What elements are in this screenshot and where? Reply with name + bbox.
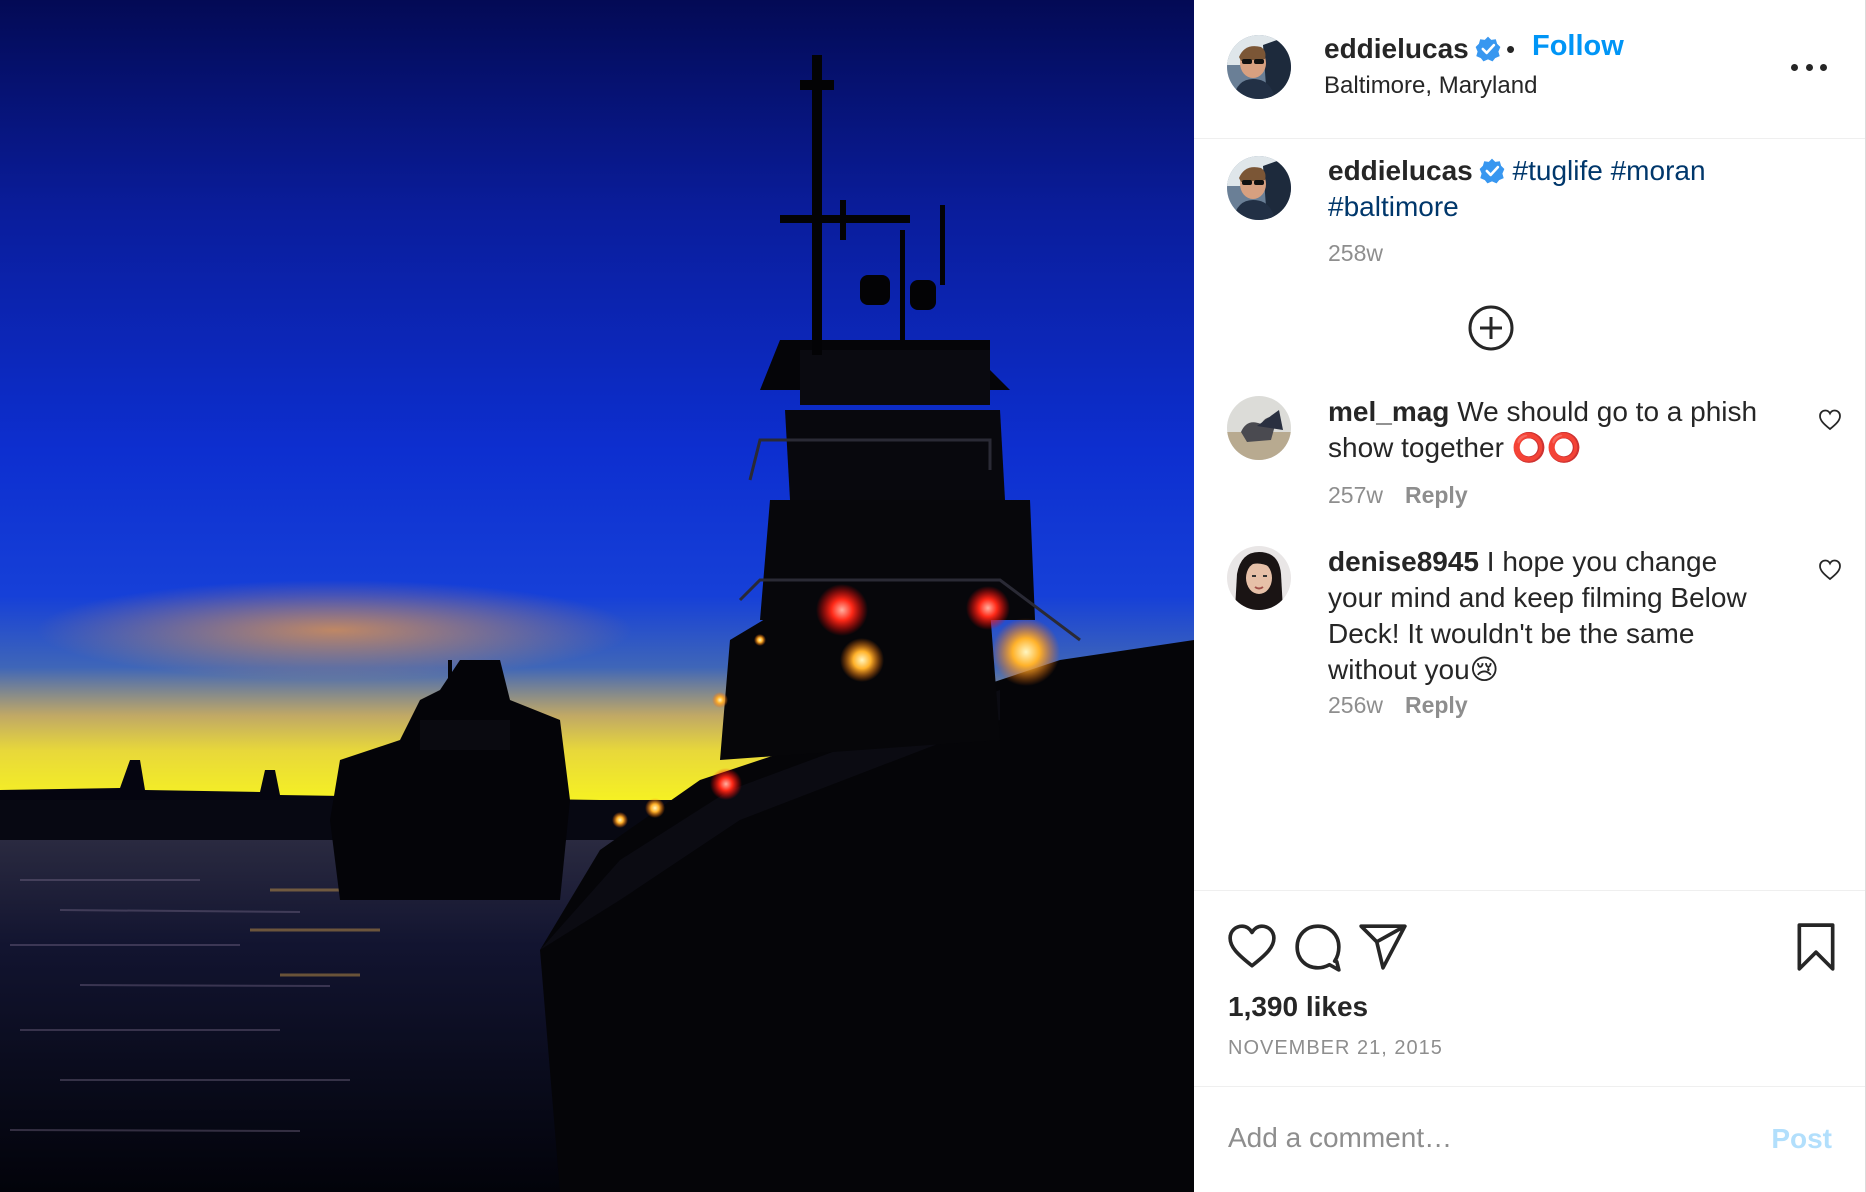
post-header: eddielucas • Follow Baltimore, Maryland xyxy=(1194,0,1865,139)
comment-meta: 256w Reply xyxy=(1328,692,1468,719)
post-photo[interactable] xyxy=(0,0,1194,1192)
comment-bubble-icon[interactable] xyxy=(1293,922,1343,972)
follow-button[interactable]: Follow xyxy=(1532,30,1624,63)
share-send-icon[interactable] xyxy=(1358,922,1408,972)
comment-timestamp[interactable]: 257w xyxy=(1328,482,1383,508)
comment-avatar[interactable] xyxy=(1227,546,1291,610)
profile-photo-mel-mag xyxy=(1227,396,1291,460)
more-horizontal-icon[interactable] xyxy=(1791,60,1827,74)
heart-icon[interactable] xyxy=(1817,408,1843,432)
post-actions: 1,390 likes NOVEMBER 21, 2015 xyxy=(1194,890,1865,1086)
heart-icon[interactable] xyxy=(1817,558,1843,582)
location-link[interactable]: Baltimore, Maryland xyxy=(1324,72,1537,100)
instagram-post: eddielucas • Follow Baltimore, Maryland xyxy=(0,0,1866,1192)
verified-badge-icon xyxy=(1475,36,1501,62)
comment-item: denise8945 I hope you change your mind a… xyxy=(1194,538,1865,738)
add-comment-bar: Post xyxy=(1194,1086,1865,1192)
comment-text: mel_mag We should go to a phish show tog… xyxy=(1328,394,1775,466)
verified-badge-icon xyxy=(1479,157,1505,184)
caption-meta: 258w xyxy=(1328,240,1383,267)
profile-photo-eddielucas xyxy=(1227,35,1291,99)
hashtag-link[interactable]: #baltimore xyxy=(1328,191,1459,222)
post-sidebar: eddielucas • Follow Baltimore, Maryland xyxy=(1194,0,1866,1192)
header-username[interactable]: eddielucas xyxy=(1324,33,1501,65)
profile-photo-eddielucas xyxy=(1227,156,1291,220)
caption-timestamp[interactable]: 258w xyxy=(1328,240,1383,266)
comment-text: denise8945 I hope you change your mind a… xyxy=(1328,544,1775,688)
profile-photo-denise8945 xyxy=(1227,546,1291,610)
comment-timestamp[interactable]: 256w xyxy=(1328,692,1383,718)
comment-item: mel_mag We should go to a phish show tog… xyxy=(1194,388,1865,518)
reply-button[interactable]: Reply xyxy=(1405,482,1468,508)
like-heart-icon[interactable] xyxy=(1227,922,1277,972)
comments-section: eddielucas #tuglife #moran #baltimore 25… xyxy=(1194,140,1865,890)
comment-emoji: ⭕⭕ xyxy=(1511,432,1582,463)
post-comment-button[interactable]: Post xyxy=(1771,1123,1832,1155)
header-username-text[interactable]: eddielucas xyxy=(1324,33,1469,64)
comment-avatar[interactable] xyxy=(1227,396,1291,460)
likes-count[interactable]: 1,390 likes xyxy=(1228,991,1368,1023)
tugboat-sunset-image xyxy=(0,0,1194,1192)
post-date[interactable]: NOVEMBER 21, 2015 xyxy=(1228,1037,1443,1060)
reply-button[interactable]: Reply xyxy=(1405,692,1468,718)
hashtag-link[interactable]: #tuglife xyxy=(1513,155,1603,186)
hashtag-link[interactable]: #moran xyxy=(1611,155,1706,186)
caption-avatar[interactable] xyxy=(1227,156,1291,220)
caption-username[interactable]: eddielucas xyxy=(1328,155,1473,186)
separator-dot: • xyxy=(1506,34,1516,64)
comment-input[interactable] xyxy=(1228,1117,1728,1159)
comment-meta: 257w Reply xyxy=(1328,482,1468,509)
comment-username[interactable]: denise8945 xyxy=(1328,546,1479,577)
plus-circle-icon[interactable] xyxy=(1467,304,1515,352)
avatar[interactable] xyxy=(1227,35,1291,99)
caption: eddielucas #tuglife #moran #baltimore 25… xyxy=(1194,140,1865,300)
caption-text: eddielucas #tuglife #moran #baltimore xyxy=(1328,153,1775,225)
comment-username[interactable]: mel_mag xyxy=(1328,396,1449,427)
comment-emoji: 😢 xyxy=(1469,654,1499,685)
bookmark-icon[interactable] xyxy=(1791,922,1841,972)
